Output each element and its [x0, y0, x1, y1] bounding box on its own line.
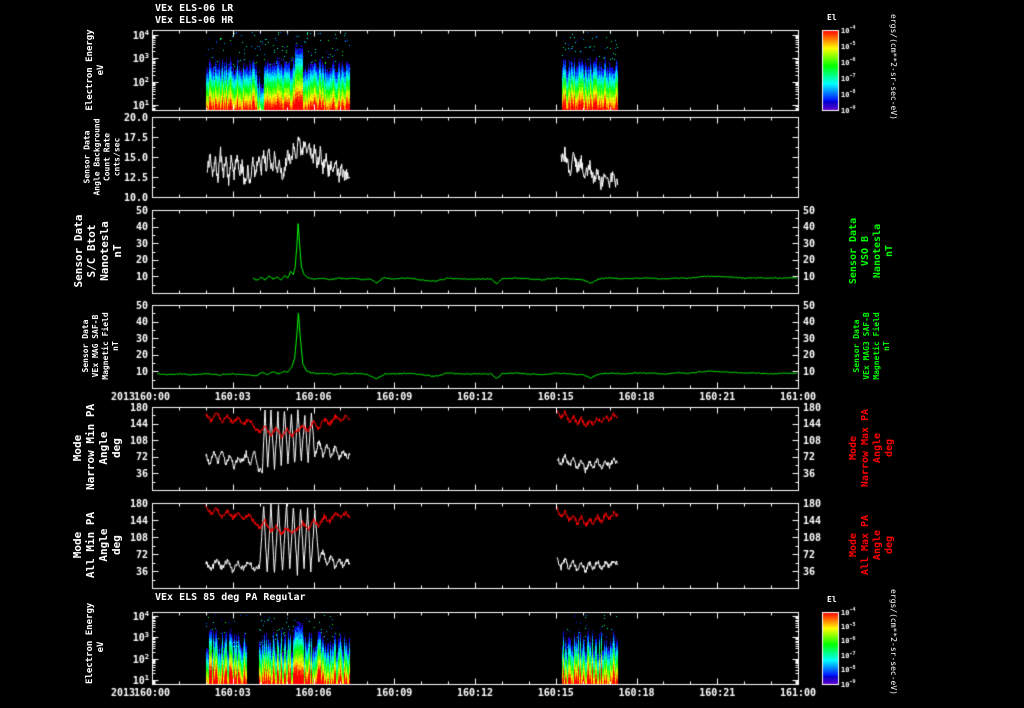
colorbar2-unit-label: ergs/(cm**2-sr-sec-eV) — [889, 589, 898, 695]
panel3-right-axis-label: Sensor Data VSO B Nanotesla nT — [848, 217, 895, 285]
panel4-yaxis-label: Sensor Data VEx MAG SAF-B Magnetic Field… — [81, 312, 120, 380]
panel1-yaxis-label: Electron Energy eV — [85, 29, 106, 111]
panel4-right-axis-label: Sensor Data VEx MAG3 SAF-B Magnetic Fiel… — [852, 312, 891, 380]
colorbar1-unit-label: ergs/(cm**2-sr-sec-eV) — [889, 14, 898, 120]
plot-title-line-1: VEx ELS-06 LR — [155, 3, 234, 14]
panel7-yaxis-label: Electron Energy eV — [85, 602, 106, 684]
panel2-yaxis-label: Sensor Data Angle Background Count Rate … — [82, 118, 122, 196]
colorbar1-title: El — [827, 13, 837, 22]
panel3-yaxis-label: Sensor Data S/C Btot Nanotesla nT — [72, 214, 124, 288]
plot-title-line-2: VEx ELS-06 HR — [155, 15, 234, 26]
panel7-title: VEx ELS 85 deg PA Regular — [155, 592, 306, 603]
vex-els-survey-plot: VEx ELS-06 LR VEx ELS-06 HR VEx ELS 85 d… — [0, 0, 1024, 708]
panel6-yaxis-label: Mode All Min PA Angle deg — [71, 511, 123, 579]
colorbar2-title: El — [827, 595, 837, 604]
panel5-yaxis-label: Mode Narrow Min PA Angle deg — [71, 403, 123, 490]
panel5-right-axis-label: Mode Narrow Max PA Angle deg — [848, 408, 895, 488]
